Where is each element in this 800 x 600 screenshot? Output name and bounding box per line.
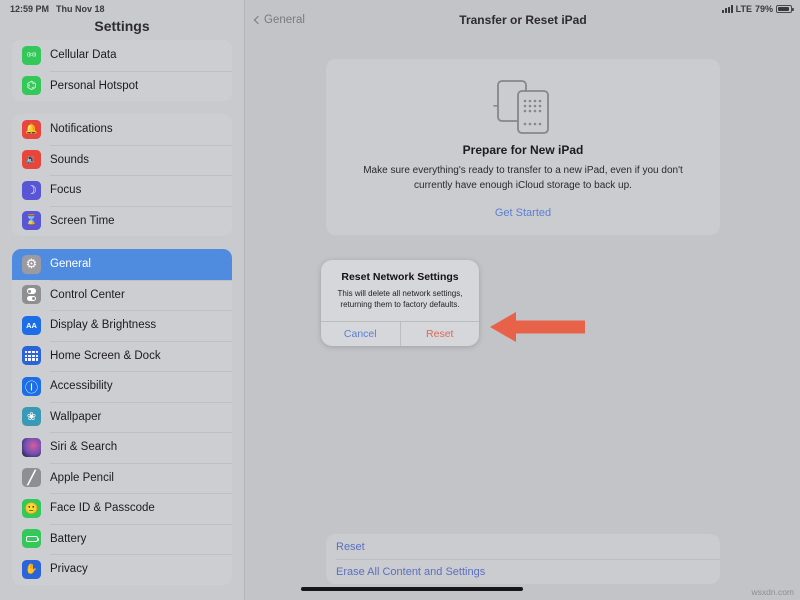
- sidebar-item-battery[interactable]: Battery: [12, 524, 232, 555]
- sidebar-item-siri-search[interactable]: Siri & Search: [12, 432, 232, 463]
- sidebar-item-screen-time[interactable]: Screen Time: [12, 206, 232, 237]
- status-battery-percent: 79%: [755, 4, 773, 14]
- sidebar-item-apple-pencil[interactable]: Apple Pencil: [12, 463, 232, 494]
- reset-options-list: Reset Erase All Content and Settings: [326, 534, 720, 584]
- alert-body: Reset Network Settings This will delete …: [321, 260, 479, 321]
- sidebar-item-privacy[interactable]: Privacy: [12, 554, 232, 585]
- hotspot-icon: [22, 76, 41, 95]
- sidebar-item-wallpaper[interactable]: Wallpaper: [12, 402, 232, 433]
- sidebar-item-label: Wallpaper: [50, 411, 101, 423]
- sidebar-item-accessibility[interactable]: Accessibility: [12, 371, 232, 402]
- sidebar-item-display-brightness[interactable]: Display & Brightness: [12, 310, 232, 341]
- sidebar-item-face-id-passcode[interactable]: Face ID & Passcode: [12, 493, 232, 524]
- status-time: 12:59 PM: [10, 4, 49, 14]
- sidebar-item-label: Home Screen & Dock: [50, 350, 161, 362]
- sidebar-item-label: Accessibility: [50, 380, 113, 392]
- screen-time-icon: [22, 211, 41, 230]
- sidebar-item-home-screen-dock[interactable]: Home Screen & Dock: [12, 341, 232, 372]
- sidebar-item-label: Siri & Search: [50, 441, 117, 453]
- sidebar-item-label: Cellular Data: [50, 49, 116, 61]
- home-screen-dock-icon: [22, 346, 41, 365]
- face-id-icon: [22, 499, 41, 518]
- get-started-link[interactable]: Get Started: [350, 207, 696, 219]
- sidebar-item-label: Face ID & Passcode: [50, 502, 155, 514]
- status-network: LTE: [736, 4, 752, 14]
- sidebar-item-label: Notifications: [50, 123, 113, 135]
- prepare-for-new-ipad-card: Prepare for New iPad Make sure everythin…: [326, 59, 720, 235]
- sidebar-item-label: Control Center: [50, 289, 125, 301]
- sidebar-scroll-area[interactable]: Cellular Data Personal Hotspot Notificat…: [0, 40, 244, 585]
- sidebar-item-label: Personal Hotspot: [50, 80, 138, 92]
- alert-button-row: Cancel Reset: [321, 321, 479, 346]
- sidebar-item-general[interactable]: General: [12, 249, 232, 280]
- cellular-data-icon: [22, 46, 41, 65]
- sidebar-item-label: Privacy: [50, 563, 88, 575]
- sidebar-item-personal-hotspot[interactable]: Personal Hotspot: [12, 71, 232, 102]
- sidebar-group-system: General Control Center Display & Brightn…: [12, 249, 232, 585]
- privacy-hand-icon: [22, 560, 41, 579]
- general-gear-icon: [22, 255, 41, 274]
- chevron-left-icon: [254, 16, 262, 24]
- reset-network-settings-alert: Reset Network Settings This will delete …: [321, 260, 479, 346]
- sidebar-item-notifications[interactable]: Notifications: [12, 114, 232, 145]
- list-item-erase-all-content-and-settings[interactable]: Erase All Content and Settings: [326, 559, 720, 584]
- watermark: wsxdn.com: [751, 587, 794, 597]
- apple-pencil-icon: [22, 468, 41, 487]
- cancel-button[interactable]: Cancel: [321, 322, 400, 346]
- notifications-icon: [22, 120, 41, 139]
- prepare-card-title: Prepare for New iPad: [350, 143, 696, 157]
- control-center-icon: [22, 285, 41, 304]
- sounds-icon: [22, 150, 41, 169]
- two-ipads-icon: [350, 76, 696, 138]
- sidebar-item-control-center[interactable]: Control Center: [12, 280, 232, 311]
- list-item-label: Reset: [336, 541, 365, 553]
- battery-icon: [776, 5, 792, 13]
- sidebar-item-label: Focus: [50, 184, 81, 196]
- battery-glyph: [26, 536, 38, 543]
- accessibility-icon: [22, 377, 41, 396]
- sidebar-item-label: General: [50, 258, 91, 270]
- reset-button[interactable]: Reset: [400, 322, 480, 346]
- status-date: Thu Nov 18: [56, 4, 105, 14]
- control-center-toggles: [27, 288, 36, 301]
- status-bar: 12:59 PM Thu Nov 18 LTE 79%: [0, 0, 800, 17]
- cellular-signal-icon: [722, 5, 733, 13]
- alert-message: This will delete all network settings, r…: [333, 288, 467, 310]
- list-item-label: Erase All Content and Settings: [336, 566, 485, 578]
- alert-title: Reset Network Settings: [333, 271, 467, 283]
- sidebar-item-label: Display & Brightness: [50, 319, 156, 331]
- sidebar-item-focus[interactable]: Focus: [12, 175, 232, 206]
- sidebar-group-connectivity: Cellular Data Personal Hotspot: [12, 40, 232, 101]
- siri-search-icon: [22, 438, 41, 457]
- sidebar-item-label: Sounds: [50, 154, 89, 166]
- battery-settings-icon: [22, 529, 41, 548]
- home-indicator[interactable]: [301, 587, 523, 591]
- display-brightness-icon: [22, 316, 41, 335]
- sidebar-item-label: Battery: [50, 533, 86, 545]
- status-bar-left: 12:59 PM Thu Nov 18: [0, 4, 105, 14]
- wallpaper-icon: [22, 407, 41, 426]
- sidebar-item-cellular-data[interactable]: Cellular Data: [12, 40, 232, 71]
- settings-sidebar: Settings Cellular Data Personal Hotspot …: [0, 0, 245, 600]
- sidebar-item-label: Apple Pencil: [50, 472, 114, 484]
- focus-icon: [22, 181, 41, 200]
- list-item-reset[interactable]: Reset: [326, 534, 720, 559]
- app-grid-glyph: [25, 351, 38, 361]
- status-bar-right: LTE 79%: [722, 4, 800, 14]
- left-pointing-arrow-icon: [490, 308, 585, 346]
- sidebar-item-label: Screen Time: [50, 215, 115, 227]
- ipad-settings-screen: 12:59 PM Thu Nov 18 LTE 79% Settings Cel…: [0, 0, 800, 600]
- sidebar-group-alerts: Notifications Sounds Focus Screen Time: [12, 114, 232, 236]
- sidebar-item-sounds[interactable]: Sounds: [12, 145, 232, 176]
- prepare-card-description: Make sure everything's ready to transfer…: [350, 164, 696, 193]
